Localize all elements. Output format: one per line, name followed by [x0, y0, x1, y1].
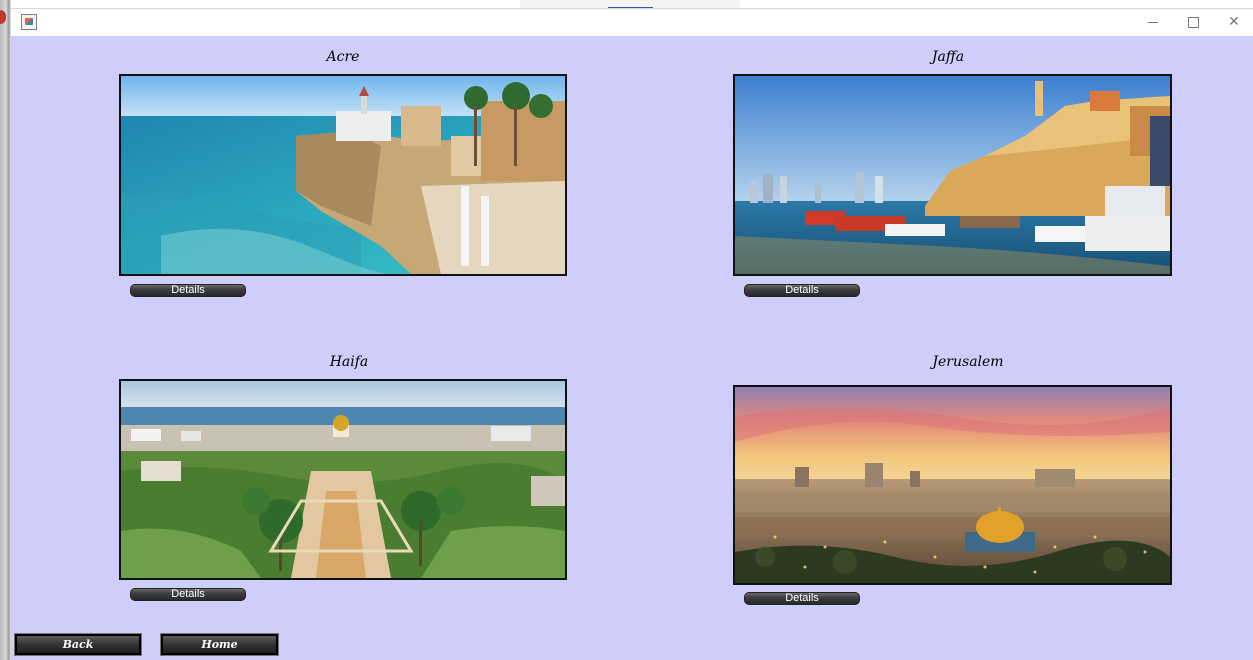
- jaffa-photo: [733, 74, 1172, 276]
- city-title-jaffa: Jaffa: [931, 49, 965, 65]
- edge-indicator: [0, 10, 6, 24]
- screen-left-edge: [0, 0, 11, 660]
- details-button-acre[interactable]: Details: [130, 284, 246, 297]
- city-title-jerusalem: Jerusalem: [932, 354, 1004, 370]
- app-root: ✕ Acre Details Jaffa Details Haifa Detai…: [0, 0, 1253, 660]
- close-button[interactable]: ✕: [1213, 9, 1253, 37]
- cities-panel: Acre Details Jaffa Details Haifa Details…: [11, 36, 1253, 660]
- haifa-photo: [119, 379, 567, 580]
- window-titlebar[interactable]: ✕: [11, 8, 1253, 37]
- close-icon: ✕: [1228, 14, 1240, 30]
- city-title-acre: Acre: [326, 49, 360, 65]
- back-button[interactable]: Back: [14, 633, 142, 656]
- maximize-button[interactable]: [1172, 9, 1214, 37]
- jerusalem-photo: [733, 385, 1172, 585]
- details-button-jaffa[interactable]: Details: [744, 284, 860, 297]
- minimize-button[interactable]: [1132, 9, 1174, 37]
- home-button[interactable]: Home: [160, 633, 279, 656]
- taskbar-strip: [520, 0, 740, 9]
- details-button-haifa[interactable]: Details: [130, 588, 246, 601]
- java-app-icon: [21, 14, 37, 30]
- minimize-icon: [1148, 21, 1158, 23]
- city-title-haifa: Haifa: [329, 354, 369, 370]
- acre-photo: [119, 74, 567, 276]
- details-button-jerusalem[interactable]: Details: [744, 592, 860, 605]
- maximize-icon: [1187, 16, 1199, 28]
